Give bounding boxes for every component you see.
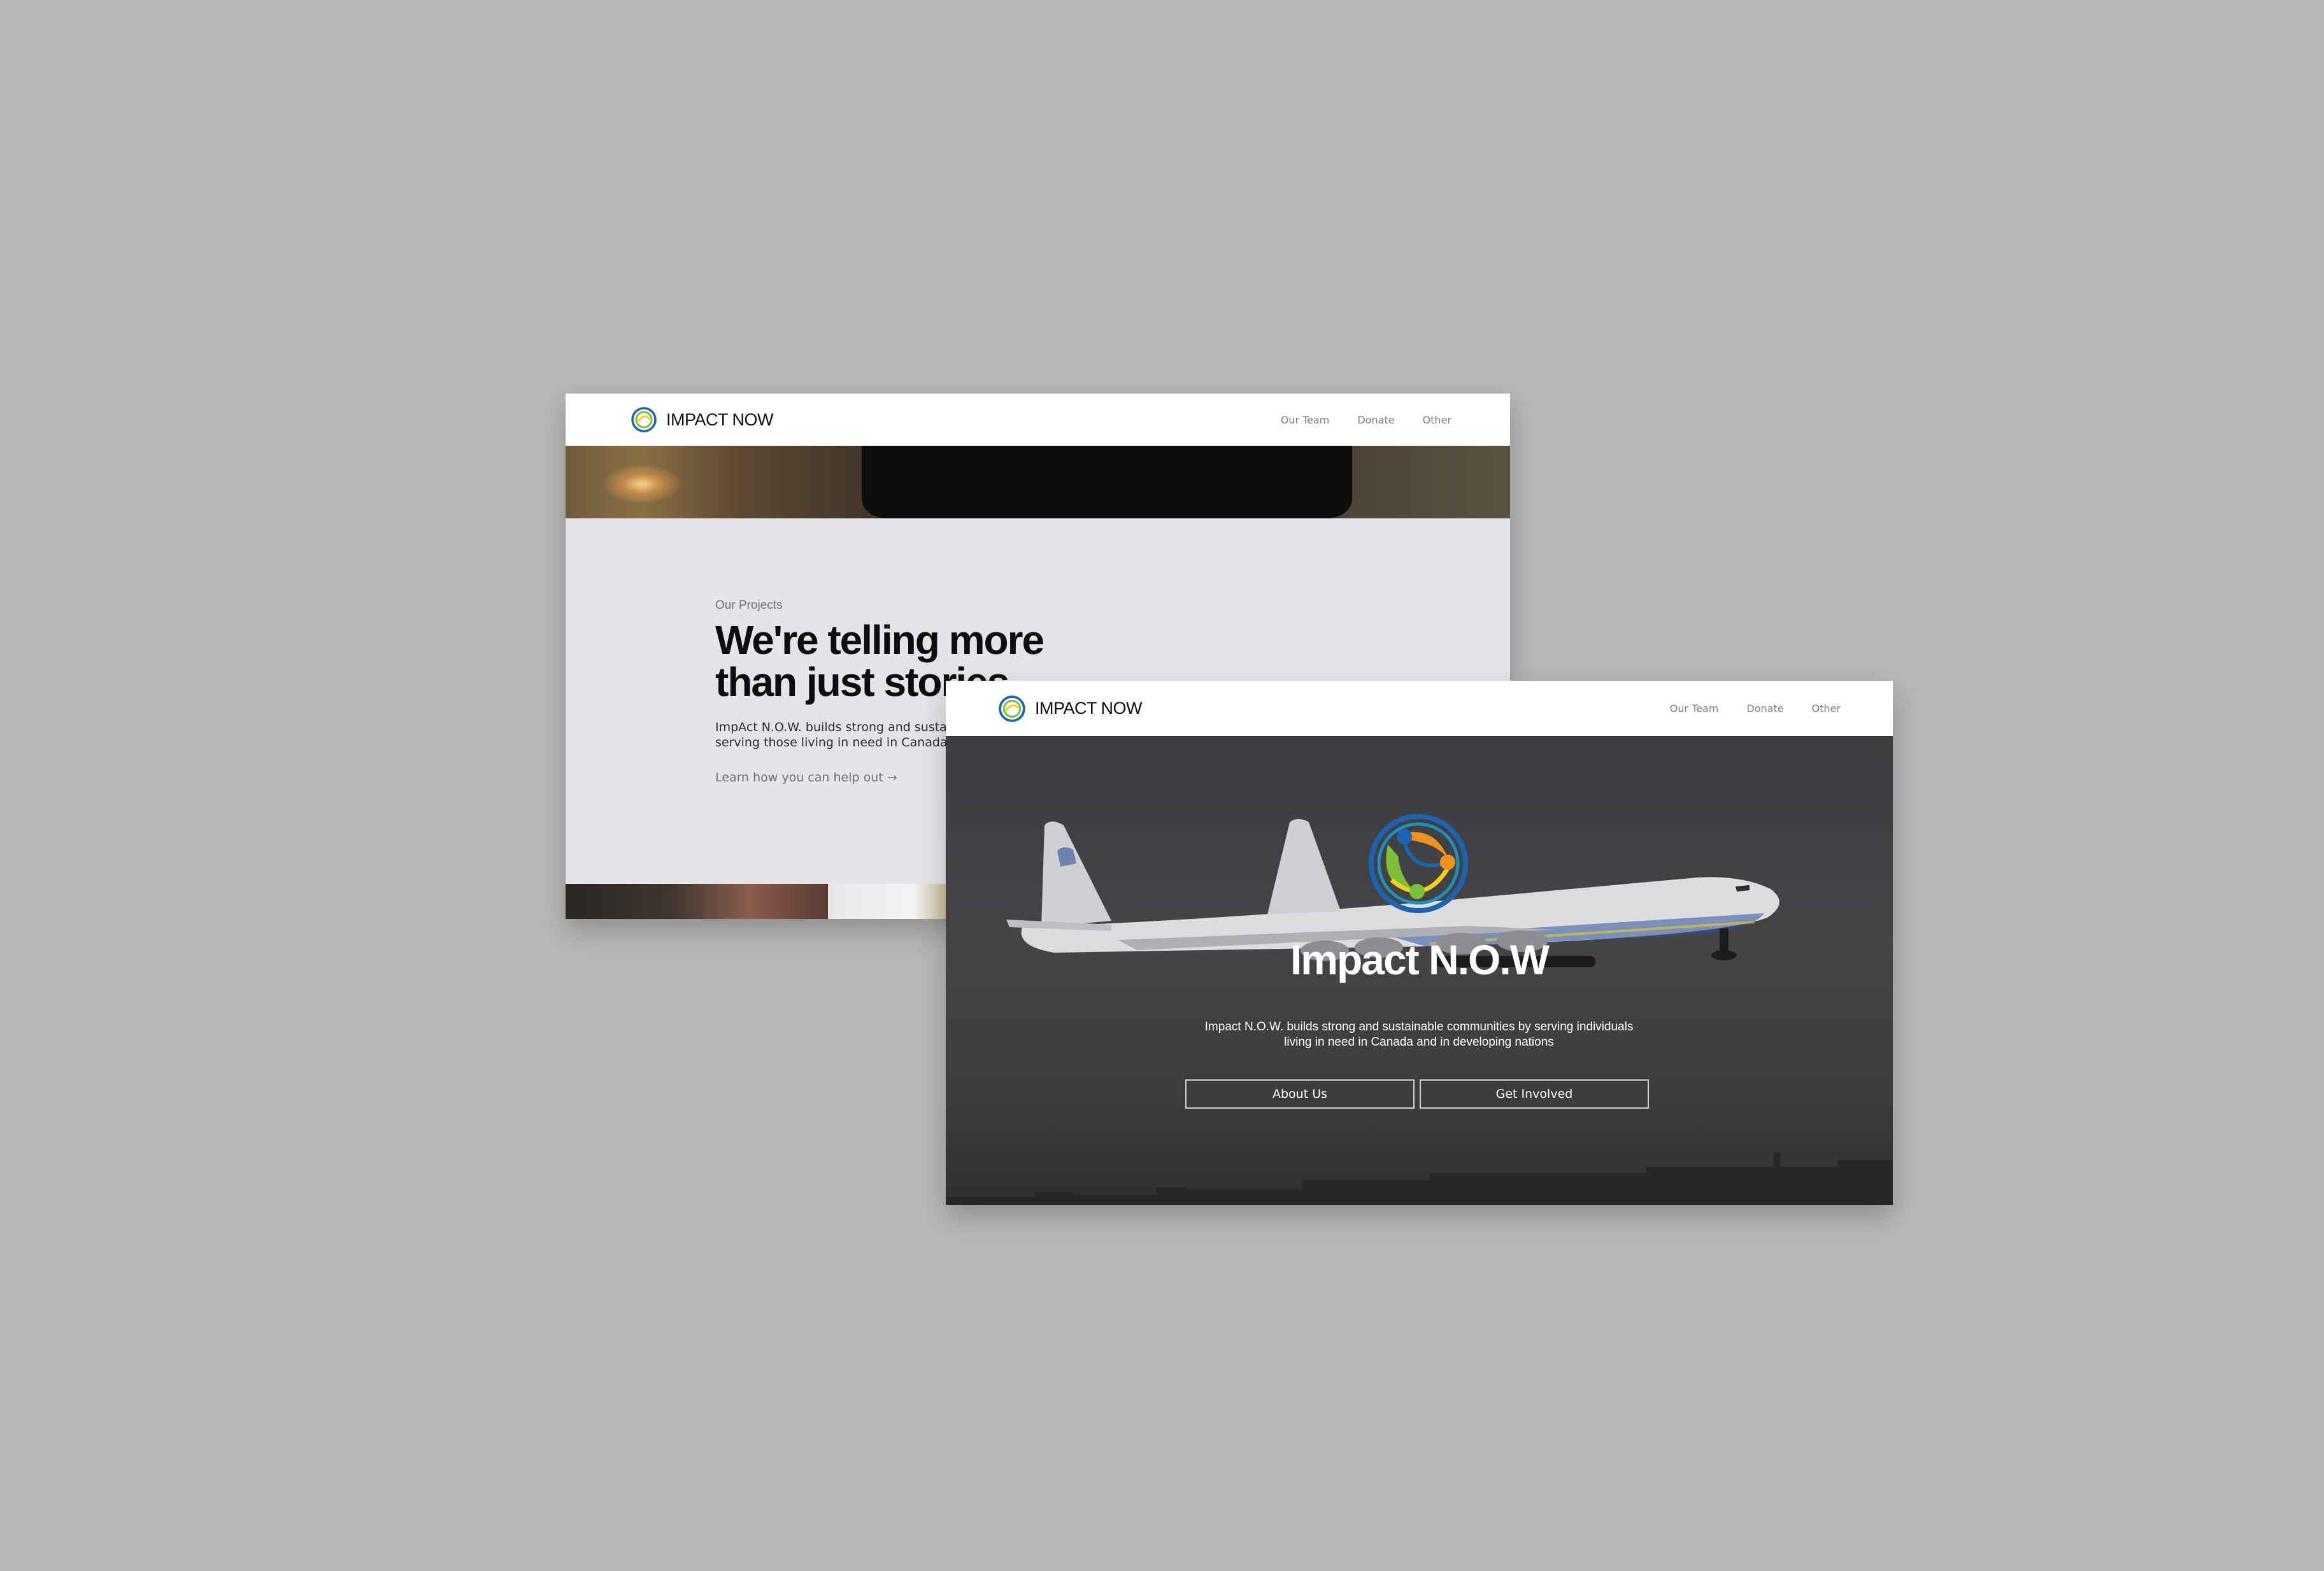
nav-other[interactable]: Other [1423, 414, 1451, 426]
hero-section: Impact N.O.W Impact N.O.W. builds strong… [946, 736, 1893, 1205]
brand-name: IMPACT NOW [1035, 699, 1143, 718]
impact-now-logo-icon [631, 407, 657, 432]
brand[interactable]: IMPACT NOW [631, 406, 774, 433]
nav-donate[interactable]: Donate [1357, 414, 1394, 426]
headline-line-1: We're telling more [715, 617, 1044, 663]
city-skyline-image [946, 1153, 1893, 1205]
person-silhouette [862, 446, 1352, 518]
hero-description-line-2: living in need in Canada and in developi… [1284, 1035, 1554, 1049]
nav-our-team[interactable]: Our Team [1281, 414, 1330, 426]
top-nav: IMPACT NOW Our Team Donate Other [566, 394, 1510, 446]
top-nav: IMPACT NOW Our Team Donate Other [946, 681, 1893, 736]
hero-description-line-1: Impact N.O.W. builds strong and sustaina… [1204, 1020, 1634, 1034]
brand[interactable]: IMPACT NOW [998, 695, 1143, 723]
hero-buttons: About Us Get Involved [1185, 1079, 1649, 1109]
impact-now-logo-icon [999, 695, 1025, 722]
about-us-button[interactable]: About Us [1185, 1079, 1415, 1109]
banner-image [566, 446, 1510, 518]
hero-title: Impact N.O.W [1290, 936, 1550, 983]
section-eyebrow: Our Projects [715, 599, 783, 612]
description-line-2: serving those living in need in Canada a… [715, 736, 974, 750]
get-involved-button[interactable]: Get Involved [1420, 1079, 1649, 1109]
impact-now-hero-logo-icon [1369, 814, 1468, 913]
home-page-screenshot: IMPACT NOW Our Team Donate Other Impact … [946, 681, 1893, 1205]
project-thumbnail[interactable] [833, 884, 948, 919]
nav-other[interactable]: Other [1812, 702, 1841, 714]
nav-our-team[interactable]: Our Team [1670, 702, 1719, 714]
hero-description: Impact N.O.W. builds strong and sustaina… [1183, 1020, 1655, 1050]
sunset-glow [604, 465, 680, 503]
nav-donate[interactable]: Donate [1746, 702, 1783, 714]
project-thumbnail[interactable] [566, 884, 828, 919]
brand-name: IMPACT NOW [666, 409, 774, 429]
description-line-1: ImpAct N.O.W. builds strong and sustaina… [715, 720, 969, 734]
